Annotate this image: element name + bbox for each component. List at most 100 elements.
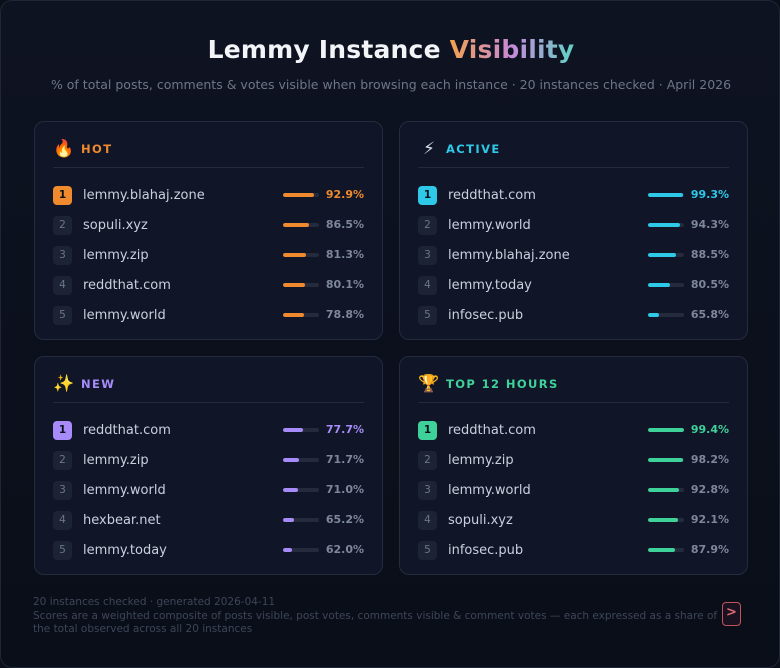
list-item: 3 lemmy.world 92.8% — [418, 475, 729, 505]
instance-name: infosec.pub — [448, 307, 524, 323]
terminal-logo-icon: > — [722, 602, 741, 626]
footer-methodology: Scores are a weighted composite of posts… — [33, 609, 718, 636]
list-item: 1 reddthat.com 99.4% — [418, 415, 729, 445]
visibility-bar-fill — [283, 428, 303, 432]
visibility-bar-fill — [648, 488, 679, 492]
rank-badge: 5 — [418, 305, 437, 325]
instance-name: hexbear.net — [83, 512, 161, 528]
visibility-percent: 92.8% — [690, 483, 729, 496]
list-item: 5 infosec.pub 87.9% — [418, 535, 729, 565]
app-frame: Lemmy Instance Visibility % of total pos… — [0, 0, 780, 668]
visibility-percent: 86.5% — [325, 218, 364, 231]
visibility-percent: 62.0% — [325, 543, 364, 556]
visibility-percent: 78.8% — [325, 308, 364, 321]
card-title: HOT — [81, 142, 113, 156]
list-item: 1 reddthat.com 99.3% — [418, 180, 729, 210]
instance-name: lemmy.zip — [83, 247, 149, 263]
visibility-bar-fill — [283, 223, 310, 227]
visibility-bar-fill — [648, 193, 684, 197]
page-title-main: Lemmy Instance — [207, 35, 441, 64]
instance-name: reddthat.com — [448, 422, 536, 438]
visibility-bar — [283, 488, 319, 492]
footer: 20 instances checked · generated 2026-04… — [33, 596, 723, 637]
list-item: 4 reddthat.com 80.1% — [53, 270, 364, 300]
rank-badge: 5 — [53, 540, 72, 560]
visibility-percent: 92.9% — [325, 188, 364, 201]
visibility-bar-fill — [283, 458, 299, 462]
visibility-bar — [648, 193, 684, 197]
rank-badge: 2 — [418, 215, 437, 235]
visibility-bar — [283, 548, 319, 552]
visibility-percent: 81.3% — [325, 248, 364, 261]
rank-badge: 1 — [53, 420, 72, 440]
instance-name: lemmy.zip — [83, 452, 149, 468]
rank-badge: 3 — [418, 480, 437, 500]
lightning-icon: ⚡ — [423, 138, 435, 159]
visibility-bar-fill — [283, 283, 305, 287]
rank-badge: 4 — [53, 275, 72, 295]
list-item: 1 lemmy.blahaj.zone 92.9% — [53, 180, 364, 210]
sparkles-icon: ✨ — [53, 373, 75, 394]
instance-name: lemmy.world — [83, 307, 166, 323]
visibility-percent: 99.4% — [690, 423, 729, 436]
instance-name: reddthat.com — [83, 422, 171, 438]
visibility-bar — [648, 313, 684, 317]
visibility-percent: 65.8% — [690, 308, 729, 321]
visibility-bar-fill — [648, 518, 679, 522]
instance-name: lemmy.world — [448, 482, 531, 498]
page-title-accent: Visibility — [449, 35, 575, 64]
visibility-bar — [283, 428, 319, 432]
list-item: 3 lemmy.world 71.0% — [53, 475, 364, 505]
rank-badge: 1 — [53, 185, 72, 205]
rank-badge: 4 — [418, 275, 437, 295]
trophy-icon: 🏆 — [418, 373, 440, 394]
instance-name: sopuli.xyz — [83, 217, 148, 233]
visibility-bar-fill — [648, 458, 683, 462]
visibility-bar-fill — [648, 548, 676, 552]
visibility-bar-fill — [648, 283, 670, 287]
visibility-bar — [648, 253, 684, 257]
page-subtitle: % of total posts, comments & votes visib… — [50, 77, 732, 92]
card-hot: 🔥 HOT 1 lemmy.blahaj.zone 92.9% 2 sopuli.xyz 86… — [34, 121, 383, 340]
visibility-bar — [283, 283, 319, 287]
list-item: 2 sopuli.xyz 86.5% — [53, 210, 364, 240]
rank-badge: 3 — [418, 245, 437, 265]
visibility-percent: 99.3% — [690, 188, 729, 201]
list-item: 2 lemmy.zip 71.7% — [53, 445, 364, 475]
list-item: 3 lemmy.blahaj.zone 88.5% — [418, 240, 729, 270]
visibility-bar-fill — [283, 313, 304, 317]
visibility-bar-fill — [648, 313, 660, 317]
visibility-bar — [648, 518, 684, 522]
visibility-bar — [283, 313, 319, 317]
rank-badge: 1 — [418, 420, 437, 440]
visibility-percent: 71.0% — [325, 483, 364, 496]
rank-badge: 5 — [53, 305, 72, 325]
visibility-bar — [648, 223, 684, 227]
visibility-percent: 98.2% — [690, 453, 729, 466]
list-item: 5 lemmy.world 78.8% — [53, 300, 364, 330]
visibility-percent: 77.7% — [325, 423, 364, 436]
visibility-percent: 88.5% — [690, 248, 729, 261]
visibility-bar — [648, 488, 684, 492]
visibility-percent: 87.9% — [690, 543, 729, 556]
visibility-bar-fill — [283, 193, 314, 197]
visibility-bar — [283, 193, 319, 197]
list-item: 4 hexbear.net 65.2% — [53, 505, 364, 535]
card-header: ⚡ ACTIVE — [418, 138, 729, 168]
instance-name: lemmy.world — [448, 217, 531, 233]
rank-badge: 4 — [418, 510, 437, 530]
instance-name: reddthat.com — [83, 277, 171, 293]
instance-name: lemmy.today — [83, 542, 167, 558]
rank-badge: 3 — [53, 480, 72, 500]
visibility-bar-fill — [283, 518, 294, 522]
instance-name: infosec.pub — [448, 542, 524, 558]
visibility-bar — [648, 458, 684, 462]
ranking-list: 1 reddthat.com 99.3% 2 lemmy.world 94.3% 3 lemm… — [418, 180, 729, 330]
list-item: 3 lemmy.zip 81.3% — [53, 240, 364, 270]
list-item: 2 lemmy.world 94.3% — [418, 210, 729, 240]
list-item: 5 lemmy.today 62.0% — [53, 535, 364, 565]
ranking-list: 1 reddthat.com 77.7% 2 lemmy.zip 71.7% 3 lemmy.… — [53, 415, 364, 565]
visibility-percent: 80.5% — [690, 278, 729, 291]
instance-name: lemmy.zip — [448, 452, 514, 468]
list-item: 5 infosec.pub 65.8% — [418, 300, 729, 330]
